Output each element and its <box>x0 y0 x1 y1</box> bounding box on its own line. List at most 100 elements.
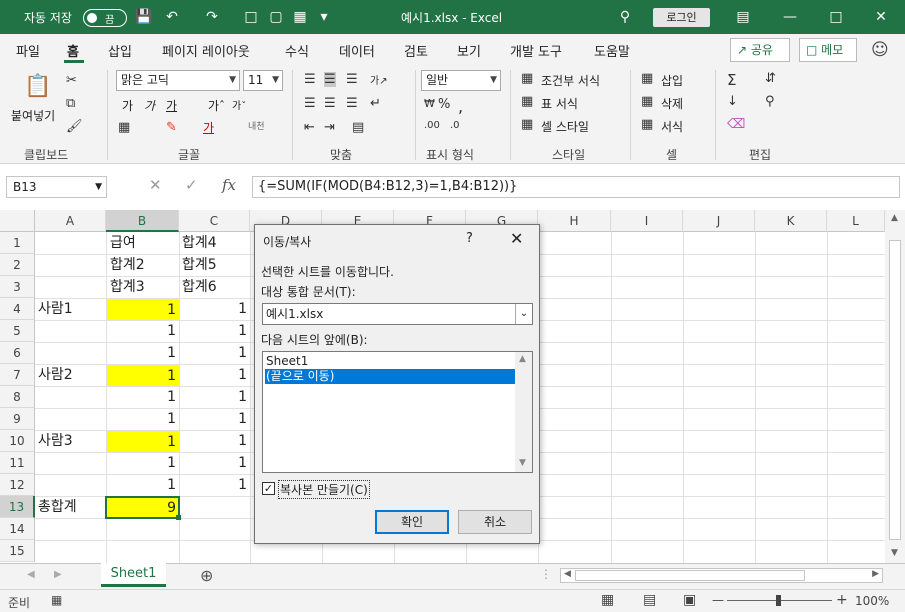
column-header-a[interactable]: A <box>35 210 106 232</box>
align-right-icon[interactable]: ☰ <box>346 96 358 111</box>
cell-c12[interactable]: 1 <box>179 474 250 496</box>
share-button[interactable]: ↗ 공유 <box>730 38 790 62</box>
conditional-format-label[interactable]: 조건부 서식 <box>541 72 600 89</box>
row-header[interactable]: 10 <box>0 430 35 452</box>
cut-icon[interactable]: ✂ <box>66 73 77 88</box>
scroll-left-icon[interactable]: ◀ <box>564 569 571 579</box>
cell-b2[interactable]: 합계2 <box>107 254 179 276</box>
name-box[interactable]: B13 ▼ <box>6 176 107 198</box>
cell-c2[interactable]: 합계5 <box>179 254 251 276</box>
cell-c4[interactable]: 1 <box>179 298 250 320</box>
cell-c9[interactable]: 1 <box>179 408 250 430</box>
copy-checkbox[interactable]: ✓ <box>262 482 275 495</box>
tab-view[interactable]: 보기 <box>457 41 481 60</box>
percent-icon[interactable]: % <box>438 97 450 112</box>
tab-file[interactable]: 파일 <box>16 41 40 60</box>
conditional-format-icon[interactable]: ▦ <box>521 71 533 86</box>
cell-style-label[interactable]: 셀 스타일 <box>541 118 589 135</box>
format-painter-icon[interactable]: 🖌 <box>66 119 83 134</box>
row-header[interactable]: 4 <box>0 298 35 320</box>
cell-c1[interactable]: 합계4 <box>179 232 251 254</box>
cell-c10[interactable]: 1 <box>179 430 250 452</box>
align-top-icon[interactable]: ☰ <box>304 72 316 87</box>
column-header-k[interactable]: K <box>755 210 827 232</box>
next-sheet-icon[interactable]: ▶ <box>54 569 62 580</box>
row-header[interactable]: 9 <box>0 408 35 430</box>
cell-b4[interactable]: 1 <box>107 299 179 320</box>
tab-data[interactable]: 데이터 <box>339 41 375 60</box>
cell-b7[interactable]: 1 <box>107 365 179 386</box>
minimize-icon[interactable]: — <box>780 7 800 27</box>
tab-help[interactable]: 도움말 <box>594 41 630 60</box>
sheet-list[interactable]: Sheet1 (끝으로 이동) ▲ ▼ <box>262 351 533 473</box>
page-layout-view-icon[interactable]: ▤ <box>643 592 656 608</box>
copy-checkbox-label[interactable]: 복사본 만들기(C) <box>278 480 370 499</box>
font-size-select[interactable]: 11 ▼ <box>243 70 283 91</box>
font-name-select[interactable]: 맑은 고딕 ▼ <box>116 70 240 91</box>
increase-indent-icon[interactable]: ⇥ <box>324 120 335 135</box>
autosum-icon[interactable]: Σ <box>727 71 736 89</box>
row-header[interactable]: 5 <box>0 320 35 342</box>
cell-b9[interactable]: 1 <box>107 408 179 430</box>
list-item[interactable]: (끝으로 이동) <box>265 369 515 384</box>
horizontal-scrollbar[interactable]: ◀ ▶ <box>560 568 883 583</box>
cell-c3[interactable]: 합계6 <box>179 276 251 298</box>
cell-a10[interactable]: 사람3 <box>35 430 106 452</box>
scroll-right-icon[interactable]: ▶ <box>872 569 879 579</box>
cell-b1[interactable]: 급여 <box>107 232 179 254</box>
quick-access-icon[interactable]: □ <box>241 7 261 27</box>
fill-color-icon[interactable]: ✎ <box>166 120 177 135</box>
save-icon[interactable]: 💾 <box>134 7 154 27</box>
row-header[interactable]: 8 <box>0 386 35 408</box>
cell-b6[interactable]: 1 <box>107 342 179 364</box>
cell-a13[interactable]: 총합계 <box>35 496 106 518</box>
normal-view-icon[interactable]: ▦ <box>601 592 614 608</box>
cell-b12[interactable]: 1 <box>107 474 179 496</box>
zoom-level[interactable]: 100% <box>855 594 889 608</box>
vertical-scroll-thumb[interactable] <box>889 240 901 540</box>
list-scrollbar[interactable]: ▲ ▼ <box>515 352 532 472</box>
maximize-icon[interactable]: □ <box>826 7 846 27</box>
paste-icon[interactable]: 📋 <box>24 74 51 99</box>
target-workbook-select[interactable]: 예시1.xlsx ⌄ <box>262 303 533 325</box>
align-middle-icon[interactable]: ☰ <box>324 72 336 87</box>
delete-cells-icon[interactable]: ▦ <box>641 94 653 109</box>
scroll-up-icon[interactable]: ▲ <box>519 354 526 364</box>
increase-font-button[interactable]: 가ˆ <box>208 97 225 114</box>
cell-c6[interactable]: 1 <box>179 342 250 364</box>
fill-icon[interactable]: ↓ <box>727 94 738 109</box>
form-icon[interactable]: ▦ <box>290 7 310 27</box>
formula-input[interactable]: {=SUM(IF(MOD(B4:B12,3)=1,B4:B12))} <box>252 176 900 198</box>
page-break-view-icon[interactable]: ▣ <box>683 592 696 608</box>
login-button[interactable]: 로그인 <box>653 8 710 27</box>
chevron-down-icon[interactable]: ⌄ <box>515 304 532 324</box>
scroll-up-icon[interactable]: ▲ <box>891 213 898 223</box>
dialog-close-icon[interactable]: ✕ <box>510 229 523 248</box>
align-center-icon[interactable]: ☰ <box>324 96 336 111</box>
cell-a7[interactable]: 사람2 <box>35 364 106 386</box>
quick-access-icon-2[interactable]: ▢ <box>266 7 286 27</box>
cell-b8[interactable]: 1 <box>107 386 179 408</box>
phonetic-button[interactable]: 내천 <box>248 119 265 132</box>
row-header[interactable]: 7 <box>0 364 35 386</box>
cell-c5[interactable]: 1 <box>179 320 250 342</box>
tab-page-layout[interactable]: 페이지 레이아웃 <box>162 41 250 60</box>
align-left-icon[interactable]: ☰ <box>304 96 316 111</box>
tab-split-handle[interactable]: ⋮ <box>540 567 552 581</box>
dropdown-icon[interactable]: ▾ <box>314 7 334 27</box>
ok-button[interactable]: 확인 <box>375 510 449 534</box>
cell-b11[interactable]: 1 <box>107 452 179 474</box>
cell-c7[interactable]: 1 <box>179 364 250 386</box>
cancel-button[interactable]: 취소 <box>458 510 532 534</box>
format-cells-icon[interactable]: ▦ <box>641 117 653 132</box>
delete-cells-label[interactable]: 삭제 <box>661 95 683 112</box>
memo-button[interactable]: □ 메모 <box>799 38 857 62</box>
tab-formulas[interactable]: 수식 <box>285 41 309 60</box>
cancel-icon[interactable]: ✕ <box>149 176 162 194</box>
increase-decimal-icon[interactable]: .00 <box>424 120 440 131</box>
scroll-down-icon[interactable]: ▼ <box>891 548 898 558</box>
wrap-text-icon[interactable]: ↵ <box>370 96 381 111</box>
prev-sheet-icon[interactable]: ◀ <box>27 569 35 580</box>
list-item[interactable]: Sheet1 <box>265 354 515 369</box>
accessibility-icon[interactable]: ▦ <box>51 593 62 607</box>
